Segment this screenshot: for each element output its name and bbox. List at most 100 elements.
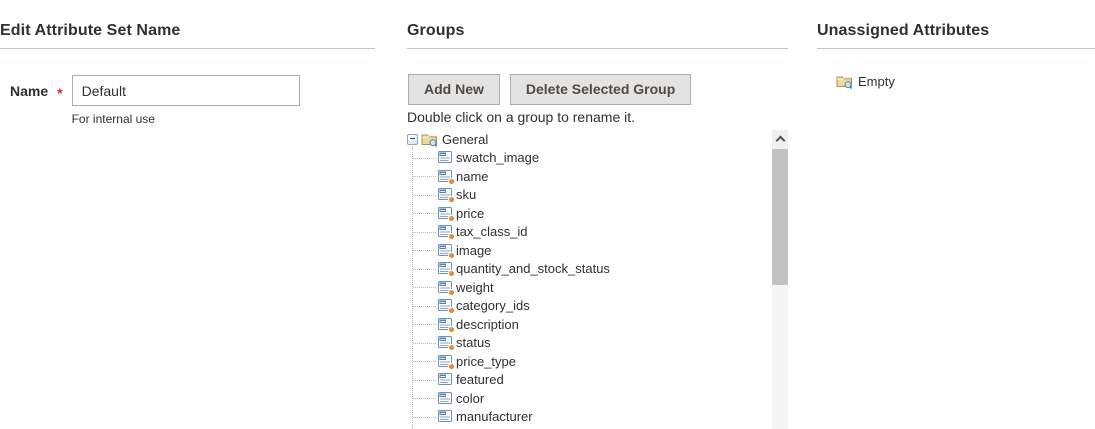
tree-item-label: sku [456,187,476,202]
folder-search-icon [421,132,438,147]
tree-group-label: General [442,132,488,147]
tree-item-status[interactable]: status [405,334,788,353]
tree-connector [413,398,436,399]
orange-dot-badge [448,215,455,222]
attribute-form-icon [438,373,452,386]
tree-item-swatch-image[interactable]: swatch_image [405,149,788,168]
tree-item-manufacturer[interactable]: manufacturer [405,408,788,427]
panel-divider [817,48,1095,49]
tree-connector [413,176,436,177]
tree-item-price[interactable]: price [405,204,788,223]
tree-item-color[interactable]: color [405,389,788,408]
tree-item-description[interactable]: description [405,315,788,334]
tree-connector [413,380,436,381]
tree-item-name[interactable]: name [405,167,788,186]
unassigned-empty-label: Empty [858,74,895,89]
chevron-up-icon [775,136,785,146]
orange-dot-badge [448,363,455,370]
delete-selected-group-button[interactable]: Delete Selected Group [510,74,691,105]
tree-connector [413,361,436,362]
tree-item-image[interactable]: image [405,241,788,260]
attribute-form-icon [438,225,452,238]
tree-connector [413,232,436,233]
tree-item-label: swatch_image [456,150,539,165]
tree-item-price-type[interactable]: price_type [405,352,788,371]
tree-connector [413,158,436,159]
attribute-form-icon [438,355,452,368]
attribute-form-icon [438,188,452,201]
attribute-set-edit-page: Edit Attribute Set Name Name * For inter… [0,0,1095,429]
attribute-form-icon [438,281,452,294]
minus-expander-icon[interactable] [407,134,418,145]
folder-search-icon [836,74,853,89]
attribute-form-icon [438,244,452,257]
tree-item-label: featured [456,372,504,387]
tree-item-label: tax_class_id [456,224,528,239]
orange-dot-badge [448,307,455,314]
tree-item-label: manufacturer [456,409,533,424]
groups-panel: Groups Add New Delete Selected Group Dou… [407,0,788,125]
name-input[interactable] [72,75,300,106]
edit-attribute-set-name-title: Edit Attribute Set Name [0,22,375,40]
tree-rows: General swatch_image name sku [405,130,788,426]
tree-item-label: price_type [456,354,516,369]
unassigned-attributes-title: Unassigned Attributes [817,22,1095,40]
edit-attribute-set-name-panel: Edit Attribute Set Name Name * For inter… [0,0,375,126]
tree-item-label: status [456,335,491,350]
groups-title: Groups [407,22,788,40]
attribute-form-icon [438,262,452,275]
tree-item-label: quantity_and_stock_status [456,261,610,276]
unassigned-empty-row: Empty [817,74,1095,89]
groups-tree: General swatch_image name sku [405,130,788,429]
tree-item-label: description [456,317,519,332]
tree-item-label: weight [456,280,494,295]
attribute-form-icon [438,318,452,331]
name-form-row: Name * For internal use [0,75,375,126]
tree-item-quantity-and-stock-status[interactable]: quantity_and_stock_status [405,260,788,279]
tree-connector [413,417,436,418]
orange-dot-badge [448,344,455,351]
tree-item-label: image [456,243,491,258]
attribute-form-icon [438,207,452,220]
tree-item-label: color [456,391,484,406]
attribute-form-icon [438,410,452,423]
scrollbar-up-button[interactable] [772,130,788,148]
attribute-form-icon [438,170,452,183]
add-new-button[interactable]: Add New [408,74,500,105]
tree-connector [413,324,436,325]
name-field-column: For internal use [72,75,300,126]
unassigned-attributes-panel: Unassigned Attributes Empty [817,0,1095,89]
groups-hint-text: Double click on a group to rename it. [407,109,788,125]
tree-item-tax-class-id[interactable]: tax_class_id [405,223,788,242]
tree-item-sku[interactable]: sku [405,186,788,205]
tree-item-category-ids[interactable]: category_ids [405,297,788,316]
tree-connector [413,343,436,344]
tree-group-general[interactable]: General [405,130,788,149]
name-label: Name [10,83,48,126]
panel-divider [407,48,788,49]
orange-dot-badge [448,196,455,203]
orange-dot-badge [448,289,455,296]
orange-dot-badge [448,326,455,333]
tree-connector [413,250,436,251]
tree-connector [413,269,436,270]
tree-item-label: price [456,206,484,221]
orange-dot-badge [448,252,455,259]
tree-item-label: category_ids [456,298,530,313]
tree-item-label: name [456,169,489,184]
tree-scrollbar[interactable] [772,130,788,429]
orange-dot-badge [448,233,455,240]
tree-item-featured[interactable]: featured [405,371,788,390]
orange-dot-badge [448,270,455,277]
name-field-note: For internal use [72,112,300,126]
orange-dot-badge [448,178,455,185]
tree-item-weight[interactable]: weight [405,278,788,297]
attribute-form-icon [438,336,452,349]
tree-connector [413,213,436,214]
scrollbar-thumb[interactable] [772,149,788,285]
attribute-form-icon [438,392,452,405]
attribute-form-icon [438,299,452,312]
required-asterisk: * [57,85,62,126]
attribute-form-icon [438,151,452,164]
panel-divider [0,48,375,49]
